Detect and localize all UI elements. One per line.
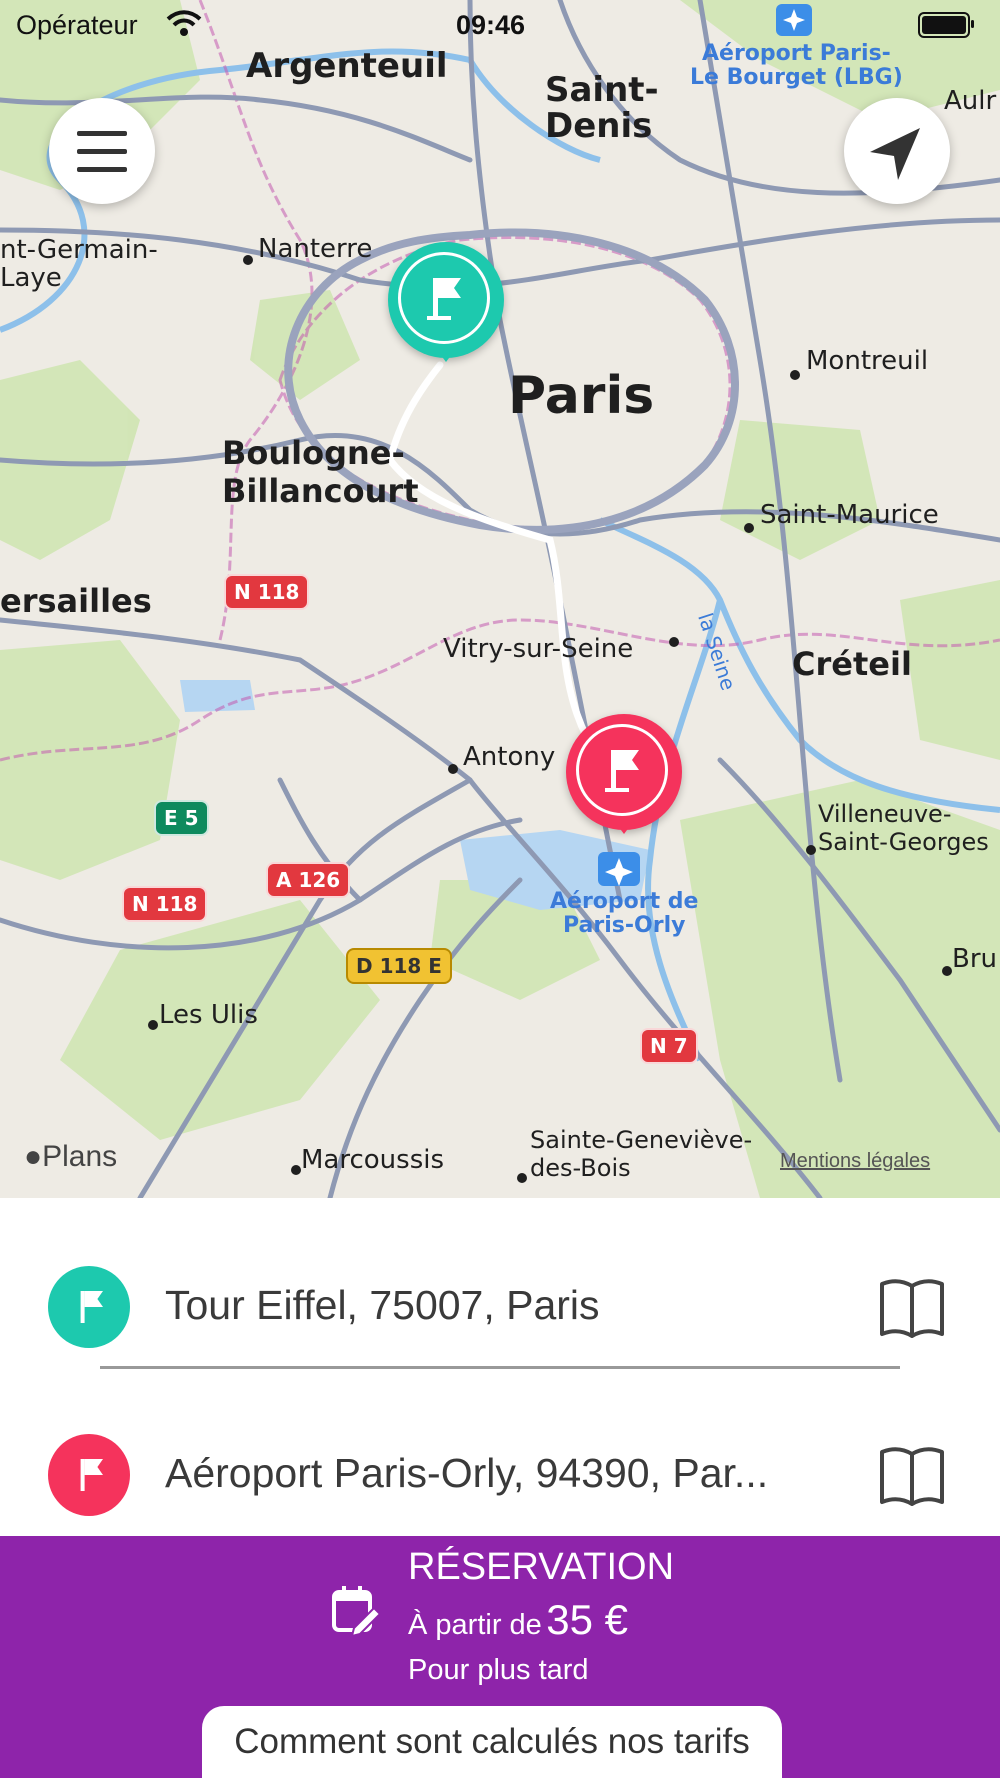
origin-pin[interactable] xyxy=(388,242,504,362)
destination-address-field[interactable]: Aéroport Paris-Orly, 94390, Par... xyxy=(165,1450,825,1497)
destination-pin[interactable] xyxy=(566,714,682,834)
map-label-sainte-genevieve: Sainte-Geneviève- des-Bois xyxy=(530,1126,753,1182)
map-label-nanterre: Nanterre xyxy=(258,234,373,264)
address-separator xyxy=(100,1366,900,1369)
menu-button[interactable] xyxy=(49,98,155,204)
wifi-icon xyxy=(166,10,202,36)
reservation-title: RÉSERVATION xyxy=(408,1546,675,1588)
map-dot-bru xyxy=(942,966,952,976)
map-dot-nanterre xyxy=(243,255,253,265)
menu-icon xyxy=(77,131,127,172)
flag-icon xyxy=(80,1291,103,1323)
price-line: À partir de 35 € xyxy=(408,1596,628,1644)
road-shield-a126: A 126 xyxy=(266,862,351,898)
map-label-aulnay: Aulr xyxy=(944,86,997,116)
origin-flag-badge xyxy=(48,1266,130,1348)
origin-address-field[interactable]: Tour Eiffel, 75007, Paris xyxy=(165,1282,825,1329)
road-shield-e5: E 5 xyxy=(154,800,209,836)
location-arrow-icon xyxy=(870,128,920,180)
carrier-label: Opérateur xyxy=(16,10,138,40)
battery-icon xyxy=(918,12,974,38)
origin-address-row[interactable]: Tour Eiffel, 75007, Paris xyxy=(0,1242,1000,1372)
map-label-marcoussis: Marcoussis xyxy=(301,1145,445,1175)
flag-icon xyxy=(427,278,461,320)
locate-button[interactable] xyxy=(844,98,950,204)
flag-icon xyxy=(605,750,639,792)
map-label-montreuil: Montreuil xyxy=(806,346,929,376)
map-label-argenteuil: Argenteuil xyxy=(246,46,448,86)
destination-flag-badge xyxy=(48,1434,130,1516)
map-label-vitry: Vitry-sur-Seine xyxy=(443,634,634,664)
map-dot-villeneuve xyxy=(806,845,816,855)
road-shield-n7: N 7 xyxy=(640,1028,698,1064)
map-dot-sainte-genevieve xyxy=(517,1173,527,1183)
legal-mentions-link[interactable]: Mentions légales xyxy=(780,1150,930,1173)
map-label-creteil: Créteil xyxy=(792,645,912,683)
map-label-les-ulis: Les Ulis xyxy=(159,1000,258,1030)
map-label-versailles: ersailles xyxy=(0,582,152,620)
map-label-villeneuve: Villeneuve- Saint-Georges xyxy=(818,800,989,856)
reservation-subtitle: Pour plus tard xyxy=(408,1654,589,1686)
reservation-bar[interactable]: RÉSERVATION À partir de 35 € Pour plus t… xyxy=(0,1536,1000,1778)
apple-logo-icon: ● xyxy=(24,1140,43,1173)
map-dot-antony xyxy=(448,764,458,774)
map-dot-saint-maurice xyxy=(744,523,754,533)
price-amount: 35 € xyxy=(546,1596,628,1643)
map-label-antony: Antony xyxy=(463,742,556,772)
map-label-bru: Bru xyxy=(952,944,998,974)
map-label-orly: Aéroport de Paris-Orly xyxy=(550,889,699,938)
map-label-paris: Paris xyxy=(508,366,655,426)
map-dot-montreuil xyxy=(790,370,800,380)
road-shield-n118-b: N 118 xyxy=(122,886,208,922)
map-label-saint-denis: Saint- Denis xyxy=(545,70,659,146)
road-shield-d118e: D 118 E xyxy=(346,948,452,984)
road-shield-n118: N 118 xyxy=(224,574,310,610)
map-dot-marcoussis xyxy=(291,1165,301,1175)
book-icon[interactable] xyxy=(878,1274,946,1340)
flag-icon xyxy=(80,1459,103,1491)
map-view[interactable]: Argenteuil Saint- Denis Aulr Aéroport Pa… xyxy=(0,0,1000,1198)
price-prefix: À partir de xyxy=(408,1609,542,1641)
clock: 09:46 xyxy=(456,10,526,40)
calendar-edit-icon xyxy=(332,1586,382,1636)
status-bar: Opérateur 09:46 xyxy=(0,0,1000,50)
map-label-boulogne: Boulogne- Billancourt xyxy=(222,434,419,510)
tariffs-info-button[interactable]: Comment sont calculés nos tarifs xyxy=(202,1706,782,1778)
map-dot-vitry xyxy=(669,637,679,647)
map-label-saint-maurice: Saint-Maurice xyxy=(760,500,939,530)
map-dot-les-ulis xyxy=(148,1020,158,1030)
destination-address-row[interactable]: Aéroport Paris-Orly, 94390, Par... xyxy=(0,1410,1000,1540)
map-label-st-germain: nt-Germain- Laye xyxy=(0,235,158,293)
maps-attribution: ●Plans xyxy=(24,1140,118,1173)
book-icon[interactable] xyxy=(878,1442,946,1508)
